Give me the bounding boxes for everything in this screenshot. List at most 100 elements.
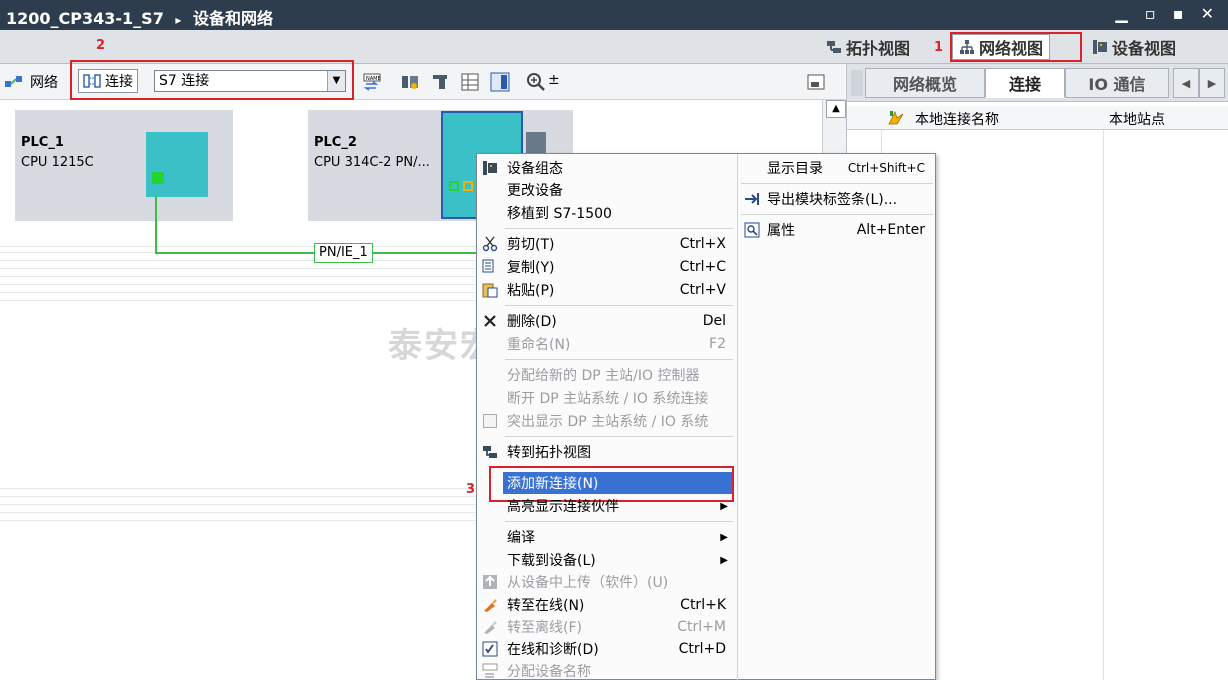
menu-item-properties[interactable]: 属性 Alt+Enter bbox=[739, 219, 935, 241]
menu-label: 突出显示 DP 主站系统 / IO 系统 bbox=[507, 414, 709, 430]
menu-shortcut: Del bbox=[702, 313, 726, 329]
menu-item-upload-from-device[interactable]: 从设备中上传（软件）(U) bbox=[477, 571, 736, 593]
menu-item-rename[interactable]: 重命名(N) F2 bbox=[477, 333, 736, 355]
grid-line bbox=[0, 260, 480, 261]
menu-label: 导出模块标签条(L)... bbox=[767, 192, 898, 208]
menu-item-delete[interactable]: 删除(D) Del bbox=[477, 310, 736, 332]
panel-collapse-handle[interactable] bbox=[851, 70, 863, 96]
project-name: 1200_CP343-1_S7 bbox=[6, 9, 164, 28]
tab-connections[interactable]: 连接 bbox=[985, 68, 1065, 98]
menu-separator bbox=[505, 228, 733, 229]
overview-tabs: 网络概览 连接 IO 通信 ◀ ▶ bbox=[847, 64, 1228, 102]
tab-io-communication[interactable]: IO 通信 bbox=[1065, 68, 1169, 98]
topology-icon bbox=[827, 41, 841, 53]
tab-topology-label: 拓扑视图 bbox=[846, 39, 911, 58]
overview-icon[interactable] bbox=[806, 72, 826, 92]
grid-line bbox=[0, 246, 480, 247]
menu-item-assign-device-name[interactable]: 分配设备名称 bbox=[477, 660, 736, 680]
menu-label: 设备组态 bbox=[507, 161, 563, 177]
annotation-box-network-view bbox=[950, 32, 1082, 62]
breadcrumb-separator: ▸ bbox=[175, 13, 182, 27]
grid-line bbox=[0, 268, 480, 269]
plc1-station[interactable]: PLC_1 CPU 1215C bbox=[15, 110, 233, 221]
annotation-1: 1 bbox=[934, 40, 944, 55]
upload-icon bbox=[483, 575, 497, 589]
plc2-port-icon-2[interactable] bbox=[463, 181, 473, 191]
menu-item-device-config[interactable]: 设备组态 bbox=[477, 157, 736, 179]
menu-item-export-module-labels[interactable]: 导出模块标签条(L)... bbox=[739, 188, 935, 210]
menu-item-online-diagnostics[interactable]: 在线和诊断(D) Ctrl+D bbox=[477, 638, 736, 660]
module-icon[interactable] bbox=[430, 72, 450, 92]
menu-item-assign-dp-master[interactable]: 分配给新的 DP 主站/IO 控制器 bbox=[477, 364, 736, 386]
menu-item-go-online[interactable]: 转至在线(N) Ctrl+K bbox=[477, 594, 736, 616]
column-local-connection-name[interactable]: 本地连接名称 bbox=[915, 109, 999, 129]
menu-separator bbox=[505, 521, 733, 522]
menu-label: 剪切(T) bbox=[507, 237, 555, 253]
menu-label: 断开 DP 主站系统 / IO 系统连接 bbox=[507, 391, 709, 407]
connection-type-icon bbox=[888, 110, 904, 125]
menu-separator bbox=[741, 183, 933, 184]
tab-topology-view[interactable]: 拓扑视图 bbox=[820, 34, 916, 60]
menu-item-highlight-dp-system[interactable]: 突出显示 DP 主站系统 / IO 系统 bbox=[477, 410, 736, 432]
menu-label: 高亮显示连接伙伴 bbox=[507, 499, 619, 515]
submenu-arrow-icon: ▶ bbox=[720, 500, 728, 512]
menu-item-compile[interactable]: 编译 ▶ bbox=[477, 526, 736, 548]
grid-line bbox=[0, 300, 480, 301]
menu-item-migrate-s7-1500[interactable]: 移植到 S7-1500 bbox=[477, 202, 736, 224]
menu-label: 移植到 S7-1500 bbox=[507, 206, 612, 222]
zoom-label[interactable]: ± bbox=[548, 72, 560, 88]
tab-network-overview-label: 网络概览 bbox=[892, 75, 957, 94]
column-local-station[interactable]: 本地站点 bbox=[1109, 109, 1165, 129]
submenu-arrow-icon: ▶ bbox=[720, 531, 728, 543]
menu-label: 分配给新的 DP 主站/IO 控制器 bbox=[507, 368, 700, 384]
grid-line bbox=[0, 488, 480, 489]
plc2-port-icon[interactable] bbox=[449, 181, 459, 191]
context-menu-column-divider bbox=[737, 154, 738, 680]
menu-item-cut[interactable]: 剪切(T) Ctrl+X bbox=[477, 233, 736, 255]
menu-separator bbox=[505, 436, 733, 437]
checkbox-icon[interactable] bbox=[483, 414, 497, 428]
scissors-icon bbox=[482, 236, 498, 252]
tab-device-view[interactable]: 设备视图 bbox=[1086, 34, 1182, 60]
menu-item-show-catalog[interactable]: 显示目录 Ctrl+Shift+C bbox=[739, 157, 935, 179]
menu-item-download-to-device[interactable]: 下载到设备(L) ▶ bbox=[477, 549, 736, 571]
paste-icon bbox=[482, 283, 498, 298]
menu-item-paste[interactable]: 粘贴(P) Ctrl+V bbox=[477, 279, 736, 301]
section-name: 设备和网络 bbox=[193, 9, 274, 28]
annotation-2: 2 bbox=[96, 38, 106, 53]
submenu-arrow-icon: ▶ bbox=[720, 554, 728, 566]
subnet-label[interactable]: PN/IE_1 bbox=[314, 243, 373, 263]
menu-label: 更改设备 bbox=[507, 183, 563, 199]
tab-scroll-right-icon[interactable]: ▶ bbox=[1199, 68, 1225, 98]
assign-name-icon[interactable]: NAME bbox=[362, 72, 382, 92]
delete-icon bbox=[484, 315, 496, 327]
plc1-port-icon[interactable] bbox=[152, 172, 164, 184]
device-icon bbox=[1093, 40, 1107, 54]
menu-item-disconnect-dp-system[interactable]: 断开 DP 主站系统 / IO 系统连接 bbox=[477, 387, 736, 409]
plc2-extension-module[interactable] bbox=[526, 132, 546, 154]
zoom-icon[interactable] bbox=[526, 72, 546, 92]
menu-item-go-to-topology[interactable]: 转到拓扑视图 bbox=[477, 441, 736, 463]
network-mode-button[interactable]: 网络 bbox=[4, 72, 58, 92]
window-controls[interactable]: ▁ ▫ ▪ ✕ bbox=[1115, 4, 1220, 23]
menu-shortcut: Ctrl+X bbox=[679, 236, 726, 252]
menu-item-copy[interactable]: 复制(Y) Ctrl+C bbox=[477, 256, 736, 278]
column-divider bbox=[1103, 130, 1104, 680]
go-offline-icon bbox=[484, 621, 497, 634]
split-view-icon[interactable] bbox=[490, 72, 510, 92]
window-title: 1200_CP343-1_S7 ▸ 设备和网络 bbox=[6, 5, 273, 29]
copy-icon bbox=[482, 259, 494, 273]
menu-item-change-device[interactable]: 更改设备 bbox=[477, 179, 736, 201]
menu-label: 转至在线(N) bbox=[507, 598, 585, 614]
menu-label: 属性 bbox=[767, 223, 795, 239]
menu-item-highlight-partner[interactable]: 高亮显示连接伙伴 ▶ bbox=[477, 495, 736, 517]
tab-network-overview[interactable]: 网络概览 bbox=[865, 68, 985, 98]
scroll-up-icon[interactable]: ▲ bbox=[826, 100, 846, 118]
menu-shortcut: Ctrl+M bbox=[677, 619, 726, 635]
menu-item-go-offline[interactable]: 转至离线(F) Ctrl+M bbox=[477, 616, 736, 638]
grid-icon[interactable] bbox=[460, 72, 480, 92]
menu-label: 删除(D) bbox=[507, 314, 557, 330]
tab-scroll-left-icon[interactable]: ◀ bbox=[1173, 68, 1199, 98]
plc1-cpu-module[interactable] bbox=[146, 132, 208, 197]
hardware-settings-icon[interactable] bbox=[400, 72, 420, 92]
